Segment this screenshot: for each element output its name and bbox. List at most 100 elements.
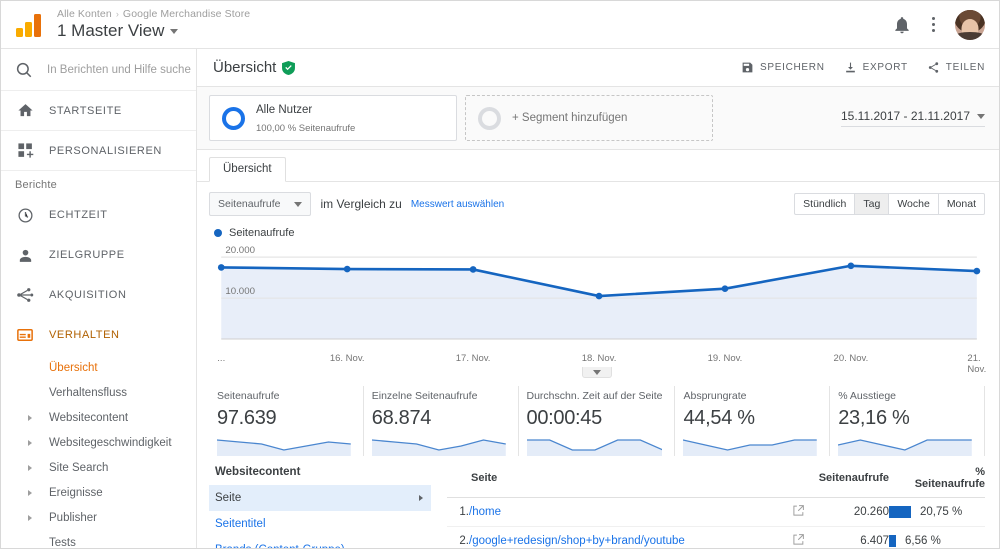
add-segment-button[interactable]: + Segment hinzufügen (465, 95, 713, 141)
column-header-pct[interactable]: % Seitenaufrufe (889, 466, 985, 498)
granularity-woche[interactable]: Woche (889, 193, 939, 215)
breadcrumb-account[interactable]: Alle Konten (57, 8, 112, 20)
granularity-tag[interactable]: Tag (855, 193, 890, 215)
column-header-views[interactable]: Seitenaufrufe (811, 466, 889, 498)
metric-card[interactable]: Seitenaufrufe 97.639 (209, 386, 364, 456)
row-index: 1. (447, 497, 469, 527)
legend-label: Seitenaufrufe (229, 227, 295, 239)
page-link[interactable]: /home (469, 506, 501, 518)
segment-all-users[interactable]: Alle Nutzer 100,00 % Seitenaufrufe (209, 95, 457, 141)
sidebar-subitem-uebersicht[interactable]: Übersicht (1, 355, 196, 380)
column-header-page[interactable]: Seite (447, 466, 811, 498)
chevron-down-icon (170, 28, 179, 34)
dimension-item-seitentitel[interactable]: Seitentitel (209, 511, 431, 537)
table-row[interactable]: 1./home 20.260 20,75 % (447, 497, 985, 527)
content-dimension-panel: Websitecontent Seite Seitentitel Brands … (209, 466, 447, 548)
x-tick-label: 16. Nov. (329, 353, 365, 364)
dimension-item-seite[interactable]: Seite (209, 485, 431, 511)
notifications-bell-icon[interactable] (892, 15, 912, 35)
row-open-link[interactable] (785, 526, 811, 548)
open-in-new-icon[interactable] (792, 533, 805, 546)
metric-value: 00:00:45 (526, 407, 603, 429)
table-header-row: Seite Seitenaufrufe % Seitenaufrufe (447, 466, 985, 498)
metric-card[interactable]: Einzelne Seitenaufrufe 68.874 (364, 386, 519, 456)
metrics-row: Seitenaufrufe 97.639 Einzelne Seitenaufruf… (197, 378, 999, 456)
search-input[interactable]: In Berichten und Hilfe suche (1, 49, 196, 91)
sidebar-subitem-label: Websitecontent (49, 411, 129, 424)
row-pct: 6,56 % (889, 526, 985, 548)
table-row[interactable]: 2./google+redesign/shop+by+brand/youtube… (447, 526, 985, 548)
chart-area[interactable]: 10.000 20.000 (209, 243, 985, 351)
view-name[interactable]: 1 Master View (57, 21, 250, 41)
dimension-item-brands[interactable]: Brands (Content-Gruppe) (209, 537, 431, 548)
granularity-monat[interactable]: Monat (938, 193, 985, 215)
chart-block: Seitenaufrufe im Vergleich zu Messwert a… (197, 182, 999, 378)
page-header: Übersicht SPEICHERN EXPORT TEILEN (197, 49, 999, 87)
sidebar-item-akquisition[interactable]: AKQUISITION (1, 275, 196, 315)
metric-value: 44,54 % (683, 407, 755, 429)
metric-card[interactable]: Absprungrate 44,54 % (675, 386, 831, 456)
x-tick-label: ... (217, 353, 226, 364)
sidebar-item-label: PERSONALISIEREN (49, 144, 162, 157)
sidebar-subitem-label: Ereignisse (49, 486, 103, 499)
date-range-picker[interactable]: 15.11.2017 - 21.11.2017 (841, 109, 985, 127)
sidebar-item-verhalten[interactable]: VERHALTEN (1, 315, 196, 355)
tab-uebersicht[interactable]: Übersicht (209, 157, 286, 182)
ga-logo[interactable] (1, 13, 57, 37)
behavior-icon (15, 325, 35, 345)
sidebar-item-personalisieren[interactable]: PERSONALISIEREN (1, 131, 196, 171)
main-content: Übersicht SPEICHERN EXPORT TEILEN Alle N… (197, 49, 999, 548)
sidebar-subitem-verhaltensfluss[interactable]: Verhaltensfluss (1, 380, 196, 405)
account-selector[interactable]: Alle Konten › Google Merchandise Store 1… (57, 8, 250, 41)
date-range-label: 15.11.2017 - 21.11.2017 (841, 109, 970, 123)
save-button[interactable]: SPEICHERN (741, 61, 825, 74)
granularity-stuendlich[interactable]: Stündlich (794, 193, 856, 215)
sidebar-subitem-websitecontent[interactable]: Websitecontent (1, 405, 196, 430)
sidebar-subitem-label: Verhaltensfluss (49, 386, 127, 399)
metric-value: 68.874 (371, 407, 432, 429)
expand-triangle-icon (28, 489, 32, 496)
compare-text: im Vergleich zu (320, 197, 402, 211)
clock-icon (15, 205, 35, 225)
sidebar-subitem-label: Publisher (49, 511, 97, 524)
avatar[interactable] (955, 9, 985, 40)
x-tick-label: 19. Nov. (707, 353, 743, 364)
chevron-down-icon (977, 113, 985, 119)
segment-bar: Alle Nutzer 100,00 % Seitenaufrufe + Seg… (197, 87, 999, 150)
sidebar-item-echtzeit[interactable]: ECHTZEIT (1, 195, 196, 235)
sidebar-subitem-websitegeschwindigkeit[interactable]: Websitegeschwindigkeit (1, 430, 196, 455)
sidebar-subitem-label: Tests (49, 536, 76, 549)
row-open-link[interactable] (785, 497, 811, 527)
tab-label: Übersicht (223, 163, 272, 175)
metric-select[interactable]: Seitenaufrufe (209, 192, 312, 216)
more-vert-icon[interactable] (928, 13, 940, 37)
breadcrumb-property[interactable]: Google Merchandise Store (123, 8, 250, 20)
sidebar-item-label: STARTSEITE (49, 104, 122, 117)
row-pct: 20,75 % (889, 497, 985, 527)
expand-triangle-icon (28, 514, 32, 521)
sidebar-subitem-ereignisse[interactable]: Ereignisse (1, 480, 196, 505)
export-button[interactable]: EXPORT (844, 61, 908, 74)
metric-card[interactable]: % Ausstiege 23,16 % (830, 386, 985, 456)
row-views: 6.407 (811, 526, 889, 548)
page-link[interactable]: /google+redesign/shop+by+brand/youtube (469, 535, 685, 547)
chart-controls: Seitenaufrufe im Vergleich zu Messwert a… (209, 192, 985, 216)
sidebar-item-startseite[interactable]: STARTSEITE (1, 91, 196, 131)
chart-collapse-button[interactable] (582, 367, 612, 378)
pageviews-line-chart[interactable] (209, 243, 985, 351)
metric-card[interactable]: Durchschn. Zeit auf der Seite 00:00:45 (519, 386, 676, 456)
metric-title: Einzelne Seitenaufrufe (371, 390, 478, 402)
sidebar-item-label: AKQUISITION (49, 289, 127, 301)
chart-legend: Seitenaufrufe (214, 227, 985, 239)
open-in-new-icon[interactable] (792, 504, 805, 517)
sidebar-subitem-site-search[interactable]: Site Search (1, 455, 196, 480)
share-button[interactable]: TEILEN (927, 61, 985, 74)
sidebar-item-zielgruppe[interactable]: ZIELGRUPPE (1, 235, 196, 275)
add-segment-label: + Segment hinzufügen (512, 112, 628, 124)
tabs-row: Übersicht (197, 150, 999, 182)
sidebar-subitem-publisher[interactable]: Publisher (1, 505, 196, 530)
sidebar-subitem-tests[interactable]: Tests (1, 530, 196, 549)
breadcrumb-separator-icon: › (115, 9, 119, 19)
row-page: /home (469, 497, 785, 527)
select-metric-link[interactable]: Messwert auswählen (411, 199, 504, 210)
